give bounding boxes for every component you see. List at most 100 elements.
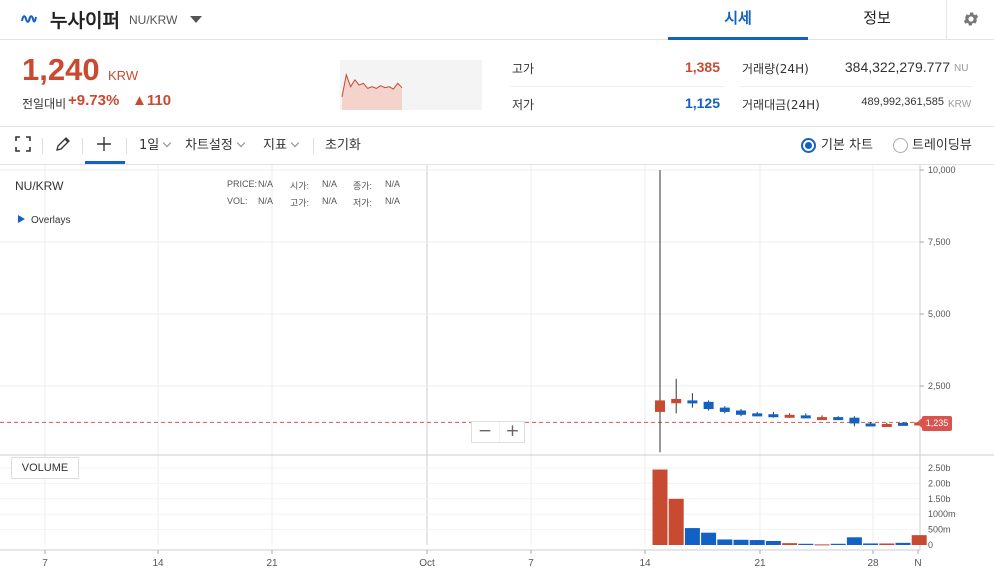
chart-pair-label: NU/KRW	[15, 179, 64, 193]
chart-settings-label: 차트설정	[185, 138, 233, 153]
volume-bar	[652, 469, 668, 545]
volume-tick-label: 500m	[928, 525, 951, 535]
current-price: 1,240	[22, 52, 100, 87]
price-summary: 1,240 KRW 전일대비 +9.73% ▲110 고가 1,385 저가 1…	[0, 40, 994, 127]
coin-pair[interactable]: NU/KRW	[129, 13, 177, 27]
candle-body	[752, 413, 763, 417]
volume-bar	[749, 540, 765, 545]
tradingview-label[interactable]: 트레이딩뷰	[912, 127, 972, 164]
sparkline-chart	[340, 60, 482, 110]
chevron-down-icon	[162, 138, 172, 148]
fullscreen-button[interactable]	[15, 127, 31, 164]
time-tick-label: 21	[754, 558, 766, 569]
volume-bar	[895, 542, 911, 545]
legend-high-label: 고가:	[290, 198, 310, 208]
tab-quote[interactable]: 시세	[668, 0, 808, 40]
price-chart[interactable]: 10,000 7,500 5,000 2,500 2.50b 2.00b 1.50b 1000…	[0, 165, 994, 575]
interval-label: 1일	[139, 138, 160, 153]
candle-body	[800, 415, 811, 419]
zoom-in-button[interactable]: +	[499, 422, 525, 442]
legend-high-value: N/A	[322, 196, 338, 206]
time-tick-label: 14	[639, 558, 651, 569]
time-tick-label: 14	[152, 558, 164, 569]
volume-bar	[911, 535, 927, 545]
candle-body	[768, 414, 779, 418]
candle-body	[655, 400, 665, 412]
active-tool-indicator	[85, 161, 125, 164]
divider	[126, 138, 127, 154]
time-tick-label: 7	[42, 558, 48, 569]
amount-value: 489,992,361,585	[861, 96, 944, 108]
high-label: 고가	[512, 62, 535, 76]
last-price-tag: 1,235	[917, 416, 952, 431]
divider	[510, 86, 724, 87]
reset-button[interactable]: 초기화	[325, 127, 361, 164]
basic-chart-radio[interactable]	[801, 138, 816, 153]
tab-info[interactable]: 정보	[808, 0, 946, 40]
volume-bar	[765, 540, 781, 545]
interval-select[interactable]: 1일	[139, 127, 172, 164]
price-unit: KRW	[108, 68, 139, 83]
divider	[42, 138, 43, 154]
volume-bar	[798, 543, 814, 545]
volume-tick-label: 1000m	[928, 509, 956, 519]
fullscreen-icon	[15, 136, 31, 152]
legend-low-value: N/A	[385, 196, 401, 206]
chevron-down-icon	[290, 138, 300, 148]
overlays-toggle[interactable]: Overlays	[18, 215, 70, 226]
indicators-label: 지표	[263, 138, 287, 153]
price-tick-label: 2,500	[928, 381, 951, 391]
indicators-select[interactable]: 지표	[263, 127, 300, 164]
time-tick-label: N	[914, 558, 921, 569]
volume-bar	[814, 544, 830, 546]
candle-body	[865, 423, 876, 427]
crosshair-icon	[97, 137, 111, 151]
volume-value: 384,322,279.777	[844, 59, 950, 75]
chart-canvas[interactable]: 10,000 7,500 5,000 2,500 2.50b 2.00b 1.50b 1000…	[0, 165, 994, 575]
gear-icon	[963, 12, 979, 26]
candle-body	[817, 417, 827, 421]
volume-tick-label: 2.00b	[928, 478, 951, 488]
volume-bar	[701, 532, 717, 545]
volume-bar	[782, 543, 798, 545]
divider	[82, 138, 83, 154]
volume-bar	[846, 537, 862, 545]
chevron-down-icon	[236, 138, 246, 148]
change-rate: +9.73%	[68, 92, 120, 109]
volume-unit: NU	[954, 63, 969, 74]
low-value: 1,125	[684, 95, 720, 111]
coin-name[interactable]: 누사이퍼	[50, 6, 120, 33]
legend-close-label: 종가:	[353, 181, 373, 191]
candle-body	[671, 398, 682, 404]
legend-open-label: 시가:	[290, 181, 310, 191]
time-tick-label: 28	[867, 558, 879, 569]
legend-low-label: 저가:	[353, 198, 373, 208]
volume-bar	[717, 539, 733, 545]
chart-settings-select[interactable]: 차트설정	[185, 127, 246, 164]
volume-bar	[684, 528, 700, 545]
legend-open-value: N/A	[322, 179, 338, 189]
divider	[740, 86, 972, 87]
volume-bar	[733, 539, 749, 545]
amount-label: 거래대금(24H)	[742, 98, 820, 112]
candle-body	[736, 410, 746, 415]
volume-bar	[879, 543, 895, 545]
settings-button[interactable]	[946, 0, 994, 40]
legend-price-label: PRICE:	[227, 179, 258, 189]
candle-body	[898, 422, 908, 426]
volume-bar	[830, 543, 846, 545]
price-tick-label: 7,500	[928, 237, 951, 247]
zoom-out-button[interactable]: −	[472, 422, 498, 442]
candle-body	[784, 414, 795, 418]
candle-body	[881, 424, 892, 428]
crosshair-button[interactable]	[96, 127, 112, 164]
time-tick-label: 21	[266, 558, 278, 569]
tradingview-radio[interactable]	[893, 138, 908, 153]
time-tick-label: Oct	[419, 558, 435, 569]
candle-body	[687, 400, 698, 404]
basic-chart-label[interactable]: 기본 차트	[821, 127, 873, 164]
candle-body	[719, 407, 730, 412]
draw-tool-button[interactable]	[55, 127, 71, 164]
chart-toolbar: 1일 차트설정 지표 초기화 기본 차트 트레이딩뷰	[0, 127, 994, 165]
coin-dropdown-caret-icon[interactable]	[190, 16, 202, 23]
